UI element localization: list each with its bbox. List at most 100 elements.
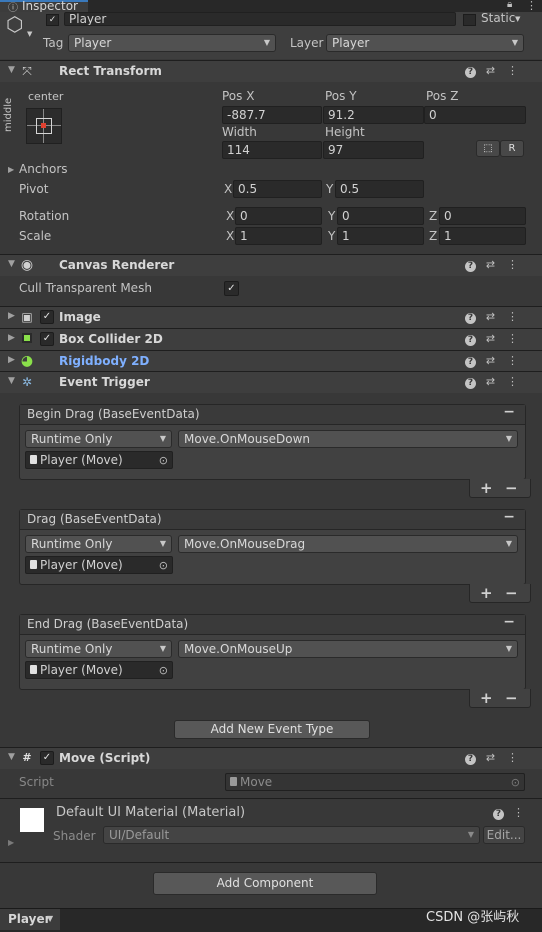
help-icon[interactable]: ? — [465, 378, 476, 389]
rot-y-field[interactable]: 0 — [337, 207, 424, 225]
help-icon[interactable]: ? — [493, 809, 504, 820]
width-field[interactable]: 114 — [222, 141, 322, 159]
active-checkbox[interactable]: ✓ — [46, 14, 59, 26]
box-collider-enabled-checkbox[interactable]: ✓ — [40, 332, 54, 346]
selection-dropdown[interactable]: Player ▼ — [0, 909, 60, 930]
anchors-label[interactable]: Anchors — [19, 162, 68, 176]
foldout-open-icon[interactable]: ▼ — [8, 65, 15, 75]
raw-edit-button[interactable]: R — [500, 140, 524, 157]
foldout-open-icon[interactable]: ▼ — [8, 376, 15, 386]
canvas-renderer-header[interactable]: ▼ ◉ Canvas Renderer ? ⇄ ⋮ — [0, 254, 542, 276]
scale-y-field[interactable]: 1 — [337, 227, 424, 245]
scale-z-field[interactable]: 1 — [439, 227, 526, 245]
chevron-down-icon: ▼ — [47, 914, 54, 923]
function-dropdown[interactable]: Move.OnMouseUp ▼ — [178, 640, 518, 658]
more-icon[interactable]: ⋮ — [511, 806, 526, 820]
target-object-field[interactable]: Player (Move) ⊙ — [25, 451, 173, 469]
tag-dropdown[interactable]: Player ▼ — [68, 34, 276, 52]
more-icon[interactable]: ⋮ — [505, 310, 520, 324]
object-picker-icon[interactable]: ⊙ — [159, 558, 168, 574]
object-picker-icon[interactable]: ⊙ — [159, 453, 168, 469]
target-object-field[interactable]: Player (Move) ⊙ — [25, 661, 173, 679]
cull-checkbox[interactable]: ✓ — [224, 281, 239, 296]
pivot-x-field[interactable]: 0.5 — [233, 180, 322, 198]
anchors-foldout-icon[interactable]: ▶ — [8, 165, 14, 174]
foldout-closed-icon[interactable]: ▶ — [8, 311, 15, 321]
move-enabled-checkbox[interactable]: ✓ — [40, 751, 54, 765]
object-picker-icon[interactable]: ⊙ — [159, 663, 168, 679]
remove-listener-button[interactable]: − — [505, 584, 518, 602]
help-icon[interactable]: ? — [465, 261, 476, 272]
event-trigger-header[interactable]: ▼ ✲ Event Trigger ? ⇄ ⋮ — [0, 371, 542, 393]
pos-y-field[interactable]: 91.2 — [323, 106, 424, 124]
height-field[interactable]: 97 — [323, 141, 424, 159]
remove-listener-button[interactable]: − — [505, 479, 518, 497]
icon-dropdown-arrow[interactable]: ▼ — [27, 30, 32, 38]
foldout-open-icon[interactable]: ▼ — [8, 752, 15, 762]
add-listener-button[interactable]: + — [480, 479, 493, 497]
presets-icon[interactable]: ⇄ — [483, 332, 498, 346]
box-collider-header[interactable]: ▶ ✓ Box Collider 2D ? ⇄ ⋮ — [0, 328, 542, 350]
add-new-event-type-button[interactable]: Add New Event Type — [174, 720, 370, 739]
remove-entry-button[interactable]: − — [503, 404, 515, 420]
image-header[interactable]: ▶ ▣ ✓ Image ? ⇄ ⋮ — [0, 306, 542, 328]
help-icon[interactable]: ? — [465, 357, 476, 368]
edit-shader-button[interactable]: Edit... — [483, 826, 525, 844]
foldout-closed-icon[interactable]: ▶ — [8, 333, 15, 343]
material-foldout-icon[interactable]: ▶ — [8, 838, 14, 847]
rect-transform-header[interactable]: ▼ ⤧ Rect Transform ? ⇄ ⋮ — [0, 60, 542, 82]
pos-z-field[interactable]: 0 — [424, 106, 526, 124]
rigidbody-header[interactable]: ▶ ◕ Rigidbody 2D ? ⇄ ⋮ — [0, 350, 542, 372]
event-entry-header: Begin Drag (BaseEventData) − — [20, 404, 525, 425]
more-icon[interactable]: ⋮ — [505, 332, 520, 346]
help-icon[interactable]: ? — [465, 67, 476, 78]
shader-dropdown[interactable]: UI/Default ▼ — [103, 826, 480, 844]
remove-entry-button[interactable]: − — [503, 509, 515, 525]
add-listener-button[interactable]: + — [480, 584, 493, 602]
rot-z-field[interactable]: 0 — [439, 207, 526, 225]
runtime-mode-dropdown[interactable]: Runtime Only ▼ — [25, 640, 172, 658]
function-dropdown[interactable]: Move.OnMouseDrag ▼ — [178, 535, 518, 553]
target-object-field[interactable]: Player (Move) ⊙ — [25, 556, 173, 574]
presets-icon[interactable]: ⇄ — [483, 64, 498, 78]
presets-icon[interactable]: ⇄ — [483, 751, 498, 765]
presets-icon[interactable]: ⇄ — [483, 354, 498, 368]
scale-x-field[interactable]: 1 — [235, 227, 322, 245]
remove-listener-button[interactable]: − — [505, 689, 518, 707]
function-value: Move.OnMouseDown — [184, 432, 310, 446]
more-icon[interactable]: ⋮ — [505, 375, 520, 389]
more-icon[interactable]: ⋮ — [505, 64, 520, 78]
help-icon[interactable]: ? — [465, 313, 476, 324]
image-enabled-checkbox[interactable]: ✓ — [40, 310, 54, 324]
pos-x-field[interactable]: -887.7 — [222, 106, 322, 124]
pivot-y-field[interactable]: 0.5 — [335, 180, 424, 198]
more-icon[interactable]: ⋮ — [505, 751, 520, 765]
help-icon[interactable]: ? — [465, 335, 476, 346]
move-script-header[interactable]: ▼ # ✓ Move (Script) ? ⇄ ⋮ — [0, 747, 542, 769]
function-dropdown[interactable]: Move.OnMouseDown ▼ — [178, 430, 518, 448]
presets-icon[interactable]: ⇄ — [483, 310, 498, 324]
lock-icon[interactable]: 🔒︎ — [507, 0, 512, 10]
object-name-field[interactable]: Player — [64, 12, 456, 26]
remove-entry-button[interactable]: − — [503, 614, 515, 630]
foldout-closed-icon[interactable]: ▶ — [8, 355, 15, 365]
static-dropdown-arrow[interactable]: ▼ — [515, 15, 520, 23]
anchor-preset-button[interactable] — [26, 108, 62, 144]
tab-more-icon[interactable]: ⋮ — [526, 0, 537, 12]
runtime-mode-dropdown[interactable]: Runtime Only ▼ — [25, 535, 172, 553]
rot-x-field[interactable]: 0 — [235, 207, 322, 225]
target-value: Player (Move) — [40, 558, 123, 572]
more-icon[interactable]: ⋮ — [505, 258, 520, 272]
add-component-button[interactable]: Add Component — [153, 872, 377, 895]
presets-icon[interactable]: ⇄ — [483, 258, 498, 272]
foldout-open-icon[interactable]: ▼ — [8, 259, 15, 269]
blueprint-mode-button[interactable]: ⬚ — [476, 140, 500, 157]
more-icon[interactable]: ⋮ — [505, 354, 520, 368]
runtime-mode-dropdown[interactable]: Runtime Only ▼ — [25, 430, 172, 448]
static-checkbox[interactable] — [463, 14, 476, 26]
presets-icon[interactable]: ⇄ — [483, 375, 498, 389]
add-listener-button[interactable]: + — [480, 689, 493, 707]
runtime-mode-value: Runtime Only — [31, 432, 113, 446]
help-icon[interactable]: ? — [465, 754, 476, 765]
layer-dropdown[interactable]: Player ▼ — [326, 34, 524, 52]
